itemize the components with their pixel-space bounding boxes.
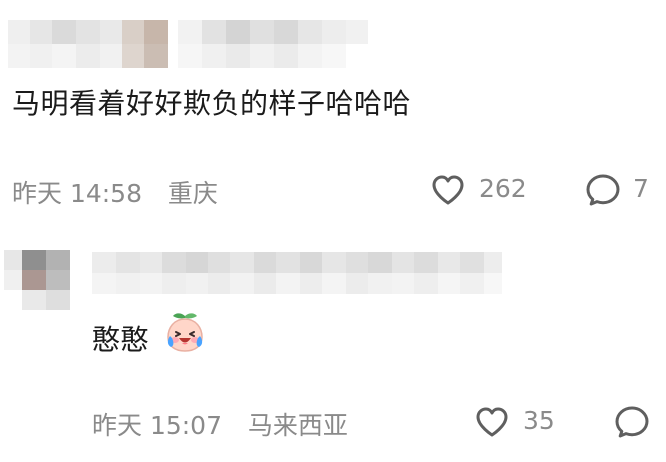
comment-reply-count: 7 xyxy=(633,174,649,203)
comment-location: 重庆 xyxy=(167,179,218,208)
heart-icon[interactable] xyxy=(475,406,509,438)
reply-meta: 昨天 15:07 马来西亚 xyxy=(92,406,348,442)
chat-bubble-icon[interactable] xyxy=(614,405,650,439)
reply-location: 马来西亚 xyxy=(247,411,348,440)
reply-avatar-blurred[interactable] xyxy=(4,250,74,310)
comment-username-blurred[interactable] xyxy=(8,20,368,68)
comment-time: 昨天 14:58 xyxy=(12,179,142,208)
reply-like-count: 35 xyxy=(523,406,555,435)
reply-username-blurred[interactable] xyxy=(92,252,502,294)
comment-like-count: 262 xyxy=(479,174,527,203)
crying-laughing-peach-emoji xyxy=(167,313,203,352)
chat-bubble-icon[interactable] xyxy=(585,173,621,207)
comment-meta: 昨天 14:58 重庆 xyxy=(12,174,218,210)
heart-icon[interactable] xyxy=(431,174,465,206)
reply-text: 憨憨 xyxy=(92,323,150,356)
comment-text: 马明看着好好欺负的样子哈哈哈 xyxy=(12,87,412,120)
reply-time: 昨天 15:07 xyxy=(92,411,222,440)
